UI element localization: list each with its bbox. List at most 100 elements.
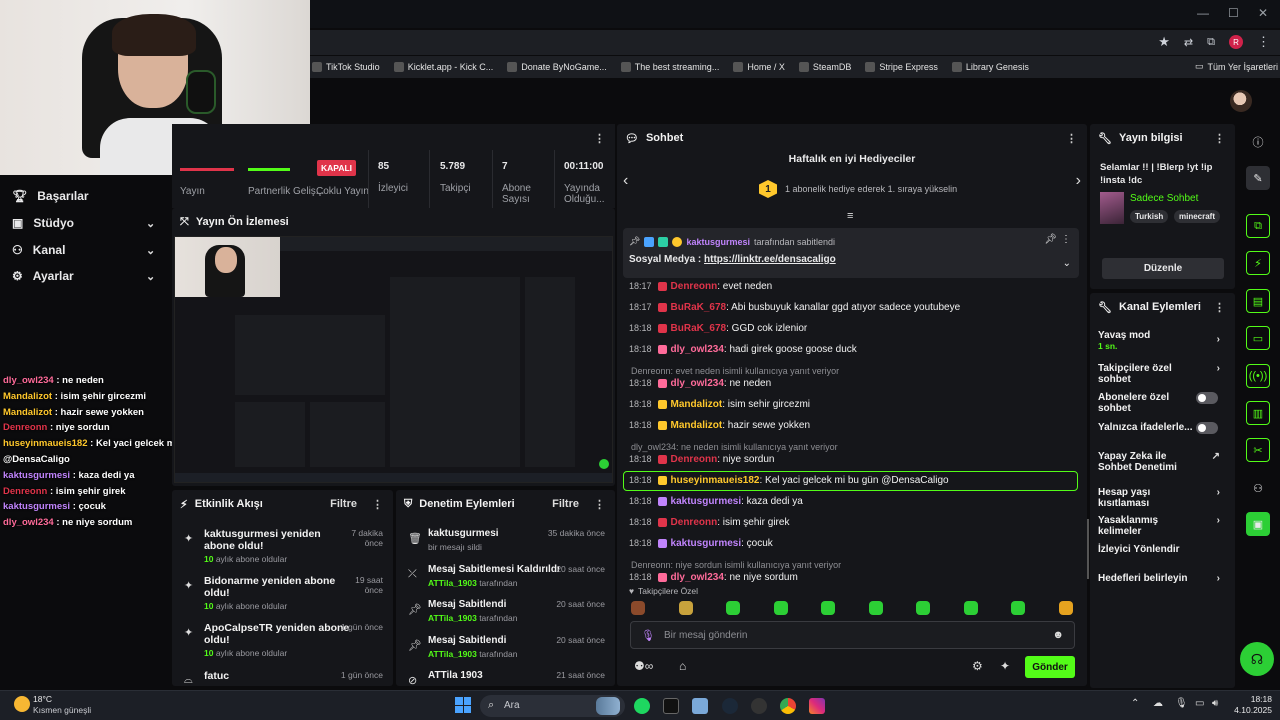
chat-username[interactable]: kaktusgurmesi [671,496,742,507]
clip-icon[interactable]: ⧉ [1246,214,1270,238]
activity-item[interactable]: ✦ Bidonarme yeniden abone oldu! 10 aylık a… [172,575,393,619]
channel-action-item[interactable]: Hedefleri belirleyin › [1098,573,1226,584]
chat-message[interactable]: 18:18 dly_owl234: hadi girek goose goose … [629,344,857,355]
moderation-item[interactable]: 🗑︎ kaktusgurmesi bir mesajı sildi 35 dakika… [396,528,615,560]
chat-username[interactable]: dly_owl234 [671,572,724,583]
chat-username[interactable]: kaktusgurmesi [671,538,742,549]
channel-action-item[interactable]: Hesap yaşı kısıtlaması › [1098,487,1226,509]
browser-menu-icon[interactable]: ⋮ [1257,34,1270,50]
emote-icon[interactable] [821,601,835,615]
emote-icon[interactable] [773,601,788,615]
chat-username[interactable]: Denreonn [671,281,718,292]
people-icon[interactable]: ⚇ [1246,476,1270,500]
gear-icon[interactable]: ⚙ [972,659,983,673]
chat-message[interactable]: 18:17 Denreonn: evet neden [629,281,772,292]
channel-action-item[interactable]: Abonelere özel sohbet [1098,392,1226,414]
lightning-icon[interactable]: ⚡︎ [1246,251,1270,275]
mic-icon[interactable]: 🎙︎ [641,629,655,642]
nav-item-settings[interactable]: ⚙ Ayarlar ⌄ [12,269,155,283]
sort-icon[interactable]: ≡ [847,210,853,222]
volume-icon[interactable]: 🔊︎ [1212,698,1218,709]
emote-icon[interactable] [1011,601,1025,615]
app-icon[interactable] [751,698,767,714]
bookmark-item[interactable]: SteamDB [798,62,851,72]
slow-mode-item[interactable]: Yavaş mod 1 sn. › [1098,330,1226,351]
tools-icon[interactable]: ✂ [1246,438,1270,462]
chat-message[interactable]: 18:18 dly_owl234: ne niye sordum [629,572,798,583]
clock-time[interactable]: 18:18 [1232,694,1272,704]
emote-icon[interactable] [726,601,740,615]
more-icon[interactable]: ⋮ [1214,132,1225,145]
moderation-item[interactable]: ⤫ Mesaj Sabitlemesi Kaldırıldı ATTila_1903… [396,564,615,596]
activity-item[interactable]: ✦ ApoCalpseTR yeniden abone oldu! 10 aylık… [172,622,393,666]
close-icon[interactable]: ✕ [1258,6,1268,20]
pin-icon[interactable]: 📌︎ [1044,234,1057,245]
emote-icon[interactable] [631,601,645,615]
tag-chip[interactable]: Turkish [1130,210,1169,223]
emote-icon[interactable] [868,601,883,615]
document-icon[interactable]: ▤ [1246,289,1270,313]
taskbar-search[interactable]: ⌕ Ara [480,695,625,717]
chat-username[interactable]: Mandalizot [671,399,723,410]
edit-icon[interactable]: ✎ [1246,166,1270,190]
clock-date[interactable]: 4.10.2025 [1222,705,1272,715]
category-link[interactable]: Sadece Sohbet [1130,193,1198,204]
chat-message[interactable]: 18:18 Mandalizot: hazir sewe yokken [629,420,810,431]
chat-message[interactable]: 18:18 huseyinmaueis182: Kel yaci gelcek m… [629,475,949,486]
chevron-down-icon[interactable]: ⌄ [1063,258,1071,269]
bookmark-item[interactable]: Home / X [733,62,785,72]
cloud-icon[interactable]: ☁ [1153,698,1163,709]
nav-item-studio[interactable]: ▣ Stüdyo ⌄ [12,216,155,230]
more-icon[interactable]: ⋮ [594,132,605,145]
stream-preview-video[interactable] [174,236,613,483]
chat-username[interactable]: huseyinmaueis182 [671,475,760,486]
weather-temp[interactable]: 18°C [33,694,52,704]
tv-icon[interactable]: ▥ [1246,401,1270,425]
extensions-icon[interactable]: ⧉ [1207,36,1215,49]
chevron-right-icon[interactable]: › [1076,172,1081,190]
all-bookmarks[interactable]: ▭ Tüm Yer İşaretleri [1195,61,1278,72]
nav-item-channel[interactable]: ⚇ Kanal ⌄ [12,243,155,257]
toggle-switch[interactable] [1196,392,1218,404]
chat-message[interactable]: 18:17 BuRaK_678: Abi busbuyuk kanallar gg… [629,302,960,313]
chat-message[interactable]: 18:18 Denreonn: niye sordun [629,454,774,465]
maximize-icon[interactable]: ☐ [1228,6,1239,20]
moderation-filter-button[interactable]: Filtre [552,498,579,510]
address-bar[interactable]: ★ ⇄ ⧉ R ⋮ [310,30,1280,55]
chat-icon[interactable]: ▭ [1246,326,1270,350]
channel-action-item[interactable]: Yapay Zeka ile Sohbet Denetimi ↗ [1098,451,1226,473]
emote-icon[interactable] [1058,601,1073,615]
moderation-item[interactable]: 📌︎ Mesaj Sabitlendi ATTila_1903 tarafından… [396,599,615,631]
chat-message[interactable]: 18:18 kaktusgurmesi: kaza dedi ya [629,496,803,507]
weather-text[interactable]: Kısmen güneşli [33,705,91,715]
toggle-switch[interactable] [1196,422,1218,434]
channel-action-item[interactable]: Yasaklanmış kelimeler › [1098,515,1226,537]
moderation-item[interactable]: 📌︎ Mesaj Sabitlendi ATTila_1903 tarafından… [396,635,615,667]
windows-start-icon[interactable] [455,697,471,713]
instagram-icon[interactable] [809,698,825,714]
chat-username[interactable]: BuRaK_678 [671,323,727,334]
pinned-link[interactable]: https://linktr.ee/densacaligo [704,254,836,265]
emote-icon[interactable] [916,601,930,615]
support-button[interactable]: ☊ [1240,642,1274,676]
send-button[interactable]: Gönder [1025,656,1075,678]
bookmark-item[interactable]: Donate ByNoGame... [507,62,607,72]
chat-message[interactable]: 18:18 dly_owl234: ne neden [629,378,771,389]
app-icon[interactable]: ▣ [1246,512,1270,536]
more-icon[interactable]: ⋮ [1061,234,1071,245]
chat-username[interactable]: dly_owl234 [671,378,724,389]
user-avatar[interactable] [1230,90,1252,112]
channel-action-item[interactable]: Yalnızca ifadelerle... [1098,422,1226,434]
broadcast-icon[interactable]: ((•)) [1246,364,1270,388]
profile-avatar[interactable]: R [1229,35,1243,49]
chat-username[interactable]: BuRaK_678 [671,302,727,313]
activity-item[interactable]: ✦ kaktusgurmesi yeniden abone oldu! 10 ayl… [172,528,393,572]
chat-input[interactable]: 🎙︎ Bir mesaj gönderin ☻ [630,621,1075,649]
emoji-icon[interactable]: ☻ [1052,629,1064,641]
bookmark-star-icon[interactable]: ★ [1158,34,1170,50]
channel-points-icon[interactable]: ⚉∞ [634,659,653,673]
display-icon[interactable]: ▭ [1195,698,1204,709]
app-x-icon[interactable] [663,698,679,714]
chat-username[interactable]: Mandalizot [671,420,723,431]
channel-action-item[interactable]: İzleyici Yönlendir [1098,544,1226,555]
